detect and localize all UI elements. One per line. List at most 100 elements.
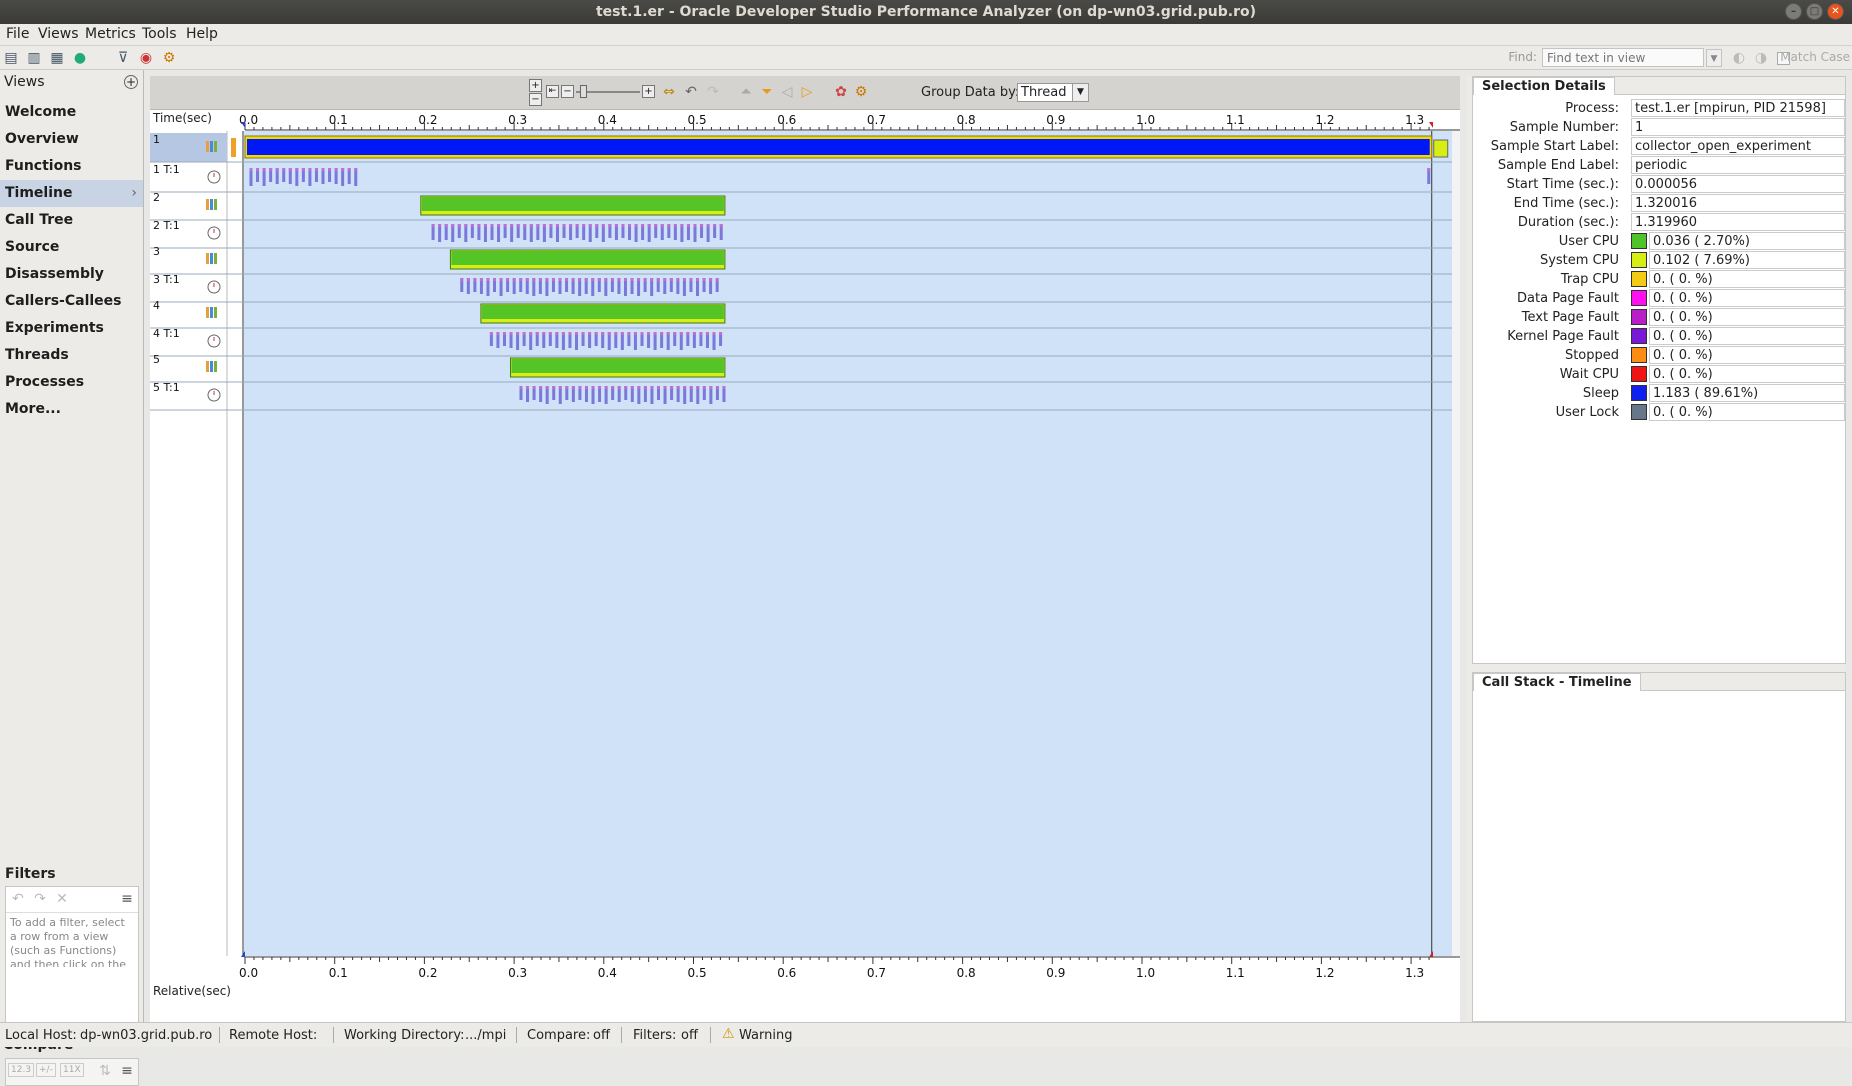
menu-metrics[interactable]: Metrics <box>85 26 136 42</box>
view-item-call-tree[interactable]: Call Tree <box>0 207 143 234</box>
vertical-zoom-out-icon[interactable]: − <box>529 93 542 106</box>
row-label[interactable]: 5 T:1 <box>153 381 180 394</box>
state-color-swatch[interactable] <box>1631 328 1647 344</box>
undo-zoom-icon[interactable]: ↶ <box>682 83 700 101</box>
detail-value[interactable]: test.1.er [mpirun, PID 21598] <box>1631 99 1845 117</box>
timeline-settings-icon[interactable]: ⚙ <box>852 83 870 101</box>
detail-value[interactable]: 1.319960 <box>1631 213 1845 231</box>
sample-bar[interactable] <box>247 139 1430 155</box>
compare-sort-icon[interactable]: ⇅ <box>96 1062 114 1080</box>
tab-selection-details[interactable]: Selection Details <box>1473 77 1615 95</box>
selection-end-marker[interactable] <box>1429 122 1434 128</box>
vertical-scrollbar[interactable] <box>1452 131 1460 956</box>
horizontal-zoom-in-icon[interactable]: + <box>642 85 655 98</box>
detail-value[interactable]: collector_open_experiment <box>1631 137 1845 155</box>
find-previous-icon[interactable]: ◐ <box>1730 49 1748 67</box>
timeline-plot[interactable]: 0.0 0.1 0.2 0.3 0.4 0.5 0.6 0.7 0.8 0.9 1.0 1.1 1.2 1… <box>150 110 1460 1022</box>
compare-absolute-button[interactable]: 12.3 <box>8 1063 35 1077</box>
state-value[interactable]: 0. ( 0. %) <box>1649 403 1845 421</box>
minimize-icon[interactable]: – <box>1785 3 1802 20</box>
sample-bar-head[interactable] <box>231 138 236 157</box>
state-color-swatch[interactable] <box>1631 290 1647 306</box>
next-event-icon[interactable]: ▷ <box>798 83 816 101</box>
view-item-more[interactable]: More... <box>0 396 143 423</box>
zoom-reset-icon[interactable]: ⇤ <box>546 85 559 98</box>
group-data-select[interactable]: Thread ▼ <box>1017 83 1089 102</box>
timeline-canvas[interactable]: 0.0 0.1 0.2 0.3 0.4 0.5 0.6 0.7 0.8 0.9 1.0 1.1 1.2 1… <box>150 110 1460 1022</box>
state-color-swatch[interactable] <box>1631 309 1647 325</box>
library-visibility-icon[interactable]: ◉ <box>137 49 155 67</box>
row-label[interactable]: 1 T:1 <box>153 163 180 176</box>
redo-filter-icon[interactable]: ↷ <box>31 890 49 908</box>
state-value[interactable]: 0. ( 0. %) <box>1649 365 1845 383</box>
vertical-zoom-in-icon[interactable]: + <box>529 79 542 92</box>
remove-filter-icon[interactable]: ✕ <box>53 890 71 908</box>
detail-value[interactable]: periodic <box>1631 156 1845 174</box>
horizontal-zoom-out-icon[interactable]: − <box>561 85 574 98</box>
state-value[interactable]: 0.102 ( 7.69%) <box>1649 251 1845 269</box>
find-input[interactable] <box>1542 48 1704 67</box>
warning-label[interactable]: Warning <box>739 1028 792 1043</box>
state-value[interactable]: 0. ( 0. %) <box>1649 289 1845 307</box>
state-value[interactable]: 0. ( 0. %) <box>1649 327 1845 345</box>
connect-icon[interactable]: ● <box>71 49 89 67</box>
view-item-overview[interactable]: Overview <box>0 126 143 153</box>
zoom-slider-thumb[interactable] <box>580 85 587 98</box>
state-value[interactable]: 0. ( 0. %) <box>1649 346 1845 364</box>
row-label[interactable]: 3 T:1 <box>153 273 180 286</box>
state-color-swatch[interactable] <box>1631 404 1647 420</box>
menu-file[interactable]: File <box>6 26 29 42</box>
view-item-experiments[interactable]: Experiments <box>0 315 143 342</box>
sample-bar-tail[interactable] <box>1433 139 1449 158</box>
plot-area[interactable] <box>244 131 1460 956</box>
row-label[interactable]: 4 T:1 <box>153 327 180 340</box>
find-next-icon[interactable]: ◑ <box>1752 49 1770 67</box>
row-label[interactable]: 3 <box>153 245 160 258</box>
up-one-row-icon[interactable]: ⏶ <box>737 83 755 101</box>
row-label[interactable]: 2 <box>153 191 160 204</box>
state-value[interactable]: 0. ( 0. %) <box>1649 270 1845 288</box>
state-color-swatch[interactable] <box>1631 252 1647 268</box>
down-one-row-icon[interactable]: ⏷ <box>758 83 776 101</box>
menu-help[interactable]: Help <box>186 26 218 42</box>
view-item-timeline[interactable]: Timeline › <box>0 180 143 207</box>
state-color-swatch[interactable] <box>1631 347 1647 363</box>
view-item-processes[interactable]: Processes <box>0 369 143 396</box>
state-color-swatch[interactable] <box>1631 271 1647 287</box>
detail-value[interactable]: 0.000056 <box>1631 175 1845 193</box>
row-label[interactable]: 5 <box>153 353 160 366</box>
settings-gear-icon[interactable]: ⚙ <box>160 49 178 67</box>
warning-icon[interactable]: ⚠ <box>722 1026 735 1042</box>
undo-filter-icon[interactable]: ↶ <box>9 890 27 908</box>
sample-bar[interactable] <box>421 197 724 211</box>
aggregate-icon[interactable]: ▦ <box>48 49 66 67</box>
compare-ratio-button[interactable]: 11X <box>60 1063 84 1077</box>
sample-bar[interactable] <box>481 305 724 319</box>
row-label[interactable]: 1 <box>153 133 160 146</box>
filter-menu-icon[interactable]: ≡ <box>118 890 136 908</box>
detail-value[interactable]: 1.320016 <box>1631 194 1845 212</box>
previous-event-icon[interactable]: ◁ <box>778 83 796 101</box>
compare-menu-icon[interactable]: ≡ <box>118 1062 136 1080</box>
state-color-swatch[interactable] <box>1631 385 1647 401</box>
state-value[interactable]: 0.036 ( 2.70%) <box>1649 232 1845 250</box>
view-item-functions[interactable]: Functions <box>0 153 143 180</box>
view-item-welcome[interactable]: Welcome <box>0 99 143 126</box>
view-item-threads[interactable]: Threads <box>0 342 143 369</box>
sample-bar[interactable] <box>511 359 724 373</box>
compare-experiments-icon[interactable]: ▥ <box>25 49 43 67</box>
find-dropdown-icon[interactable]: ▼ <box>1706 49 1722 67</box>
open-experiment-icon[interactable]: ▤ <box>2 49 20 67</box>
detail-value[interactable]: 1 <box>1631 118 1845 136</box>
maximize-icon[interactable]: □ <box>1806 3 1823 20</box>
state-color-swatch[interactable] <box>1631 366 1647 382</box>
redo-zoom-icon[interactable]: ↷ <box>704 83 722 101</box>
row-label[interactable]: 4 <box>153 299 160 312</box>
close-icon[interactable]: ✕ <box>1827 3 1844 20</box>
color-chooser-icon[interactable]: ✿ <box>832 83 850 101</box>
zoom-selection-icon[interactable]: ⇔ <box>660 83 678 101</box>
menu-tools[interactable]: Tools <box>142 26 177 42</box>
compare-delta-button[interactable]: +/- <box>36 1063 56 1077</box>
view-item-source[interactable]: Source <box>0 234 143 261</box>
state-color-swatch[interactable] <box>1631 233 1647 249</box>
